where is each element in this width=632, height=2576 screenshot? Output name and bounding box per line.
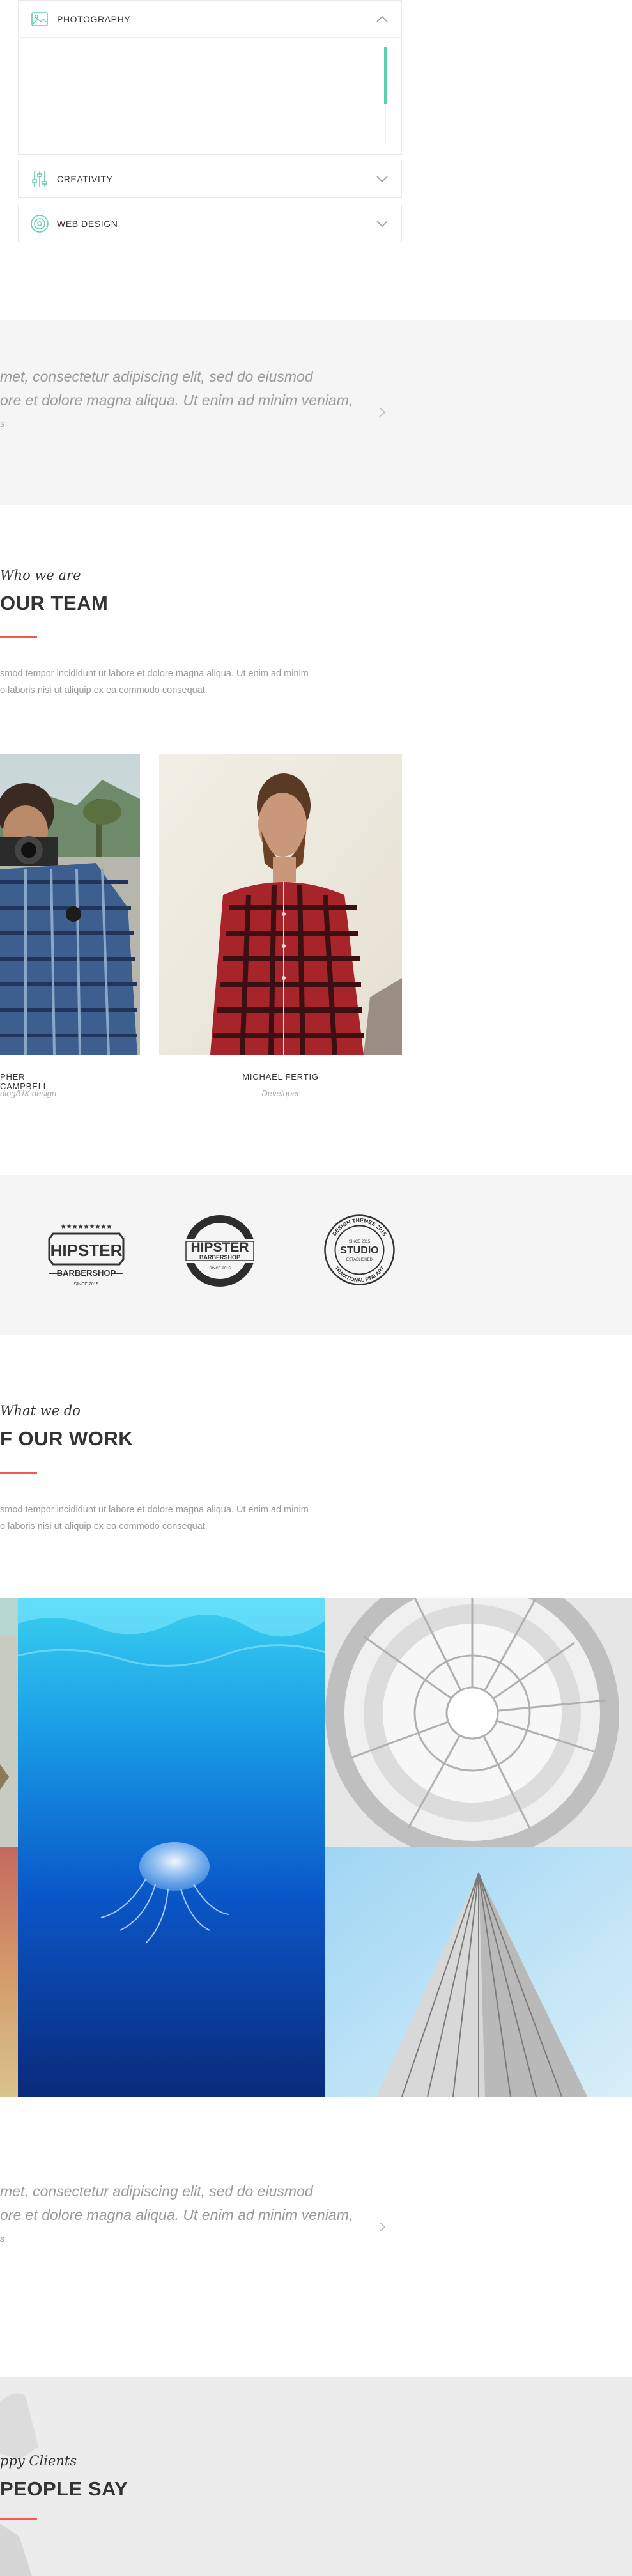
client-logos-section: ★★★★★★★★★ HIPSTER BARBERSHOP SINCE 2015 … [0, 1175, 632, 1335]
client-logo-hipster-badge: HIPSTER BARBERSHOP SINCE 2015 [182, 1213, 258, 1289]
heading-underline [0, 2518, 37, 2520]
client-logo-hipster-barbershop: ★★★★★★★★★ HIPSTER BARBERSHOP SINCE 2015 [48, 1220, 125, 1290]
section-paragraph: smod tempor incididunt ut labore et dolo… [0, 1505, 309, 1515]
accordion-creativity: CREATIVITY [18, 160, 402, 198]
image-icon [29, 8, 50, 30]
chevron-down-icon[interactable] [374, 171, 390, 187]
accordion-title: PHOTOGRAPHY [57, 13, 131, 24]
heading-underline [0, 636, 37, 638]
clients-say-background [0, 2377, 632, 2576]
accordion-photography: PHOTOGRAPHY [18, 0, 402, 155]
section-paragraph: o laboris nisi ut aliquip ex ea commodo … [0, 685, 208, 695]
testimonial-quote-line: ore et dolore magna aliqua. Ut enim ad m… [0, 392, 353, 408]
testimonial-quote-line: met, consectetur adipiscing elit, sed do… [0, 2183, 313, 2200]
portfolio-item-skyscraper[interactable] [325, 1847, 632, 2097]
team-member-name: MICHAEL FERTIG [242, 1072, 319, 1082]
accordion-panel [19, 37, 401, 154]
section-heading: F OUR WORK [0, 1427, 134, 1450]
portfolio-item-left-bottom[interactable] [0, 1847, 18, 2097]
next-arrow-icon[interactable] [376, 2221, 389, 2233]
chevron-down-icon[interactable] [374, 216, 390, 231]
accordion-web-design: WEB DESIGN [18, 205, 402, 242]
testimonial-quote-line: ore et dolore magna aliqua. Ut enim ad m… [0, 2207, 353, 2223]
team-photo-michael [159, 754, 402, 1055]
testimonial-quote-line: s [0, 419, 4, 429]
sliders-icon [29, 168, 50, 190]
svg-text:HIPSTER: HIPSTER [190, 1240, 249, 1255]
svg-text:ESTABLISHED: ESTABLISHED [346, 1258, 373, 1262]
svg-text:BARBERSHOP: BARBERSHOP [57, 1268, 116, 1278]
portfolio-item-dome[interactable] [325, 1598, 632, 1847]
section-eyebrow: Who we are [0, 568, 81, 583]
scrollbar-thumb[interactable] [384, 47, 387, 104]
portfolio-item-left-top[interactable] [0, 1598, 18, 1847]
svg-text:HIPSTER: HIPSTER [50, 1241, 123, 1260]
accordion-title: CREATIVITY [57, 173, 113, 184]
accordion-header-web-design[interactable]: WEB DESIGN [19, 205, 401, 242]
testimonial-section: met, consectetur adipiscing elit, sed do… [0, 320, 632, 505]
svg-text:SINCE 2015: SINCE 2015 [209, 1267, 231, 1271]
section-heading: PEOPLE SAY [0, 2478, 128, 2500]
accordion-header-creativity[interactable]: CREATIVITY [19, 160, 401, 197]
section-eyebrow: ppy Clients [0, 2453, 77, 2469]
section-paragraph: smod tempor incididunt ut labore et dolo… [0, 669, 309, 679]
team-member-role: ding/UX design [0, 1089, 57, 1098]
team-photo-photographer [0, 754, 140, 1055]
clients-say-section: ppy Clients PEOPLE SAY [0, 2377, 632, 2576]
testimonial-quote-line: s [0, 2233, 4, 2244]
svg-text:SINCE 2015: SINCE 2015 [74, 1282, 99, 1287]
target-icon [29, 213, 50, 235]
section-paragraph: o laboris nisi ut aliquip ex ea commodo … [0, 1521, 208, 1532]
section-heading: OUR TEAM [0, 592, 109, 614]
heading-underline [0, 1472, 37, 1474]
next-arrow-icon[interactable] [376, 406, 389, 419]
client-logo-studio-seal: DESIGN THEMES 2015 TRADITIONAL FINE ART … [323, 1213, 396, 1287]
svg-text:BARBERSHOP: BARBERSHOP [199, 1254, 240, 1261]
svg-text:DESIGN THEMES 2015: DESIGN THEMES 2015 [331, 1217, 388, 1237]
accordion-title: WEB DESIGN [57, 218, 118, 229]
svg-text:SINCE 2015: SINCE 2015 [349, 1240, 371, 1244]
portfolio-item-jellyfish[interactable] [18, 1598, 325, 2097]
section-eyebrow: What we do [0, 1403, 81, 1418]
chevron-up-icon[interactable] [374, 12, 390, 27]
testimonial-quote-line: met, consectetur adipiscing elit, sed do… [0, 368, 313, 385]
svg-text:STUDIO: STUDIO [340, 1245, 378, 1256]
accordion-header-photography[interactable]: PHOTOGRAPHY [19, 1, 401, 37]
svg-text:★★★★★★★★★: ★★★★★★★★★ [61, 1223, 112, 1230]
team-member-role: Developer [261, 1089, 300, 1098]
